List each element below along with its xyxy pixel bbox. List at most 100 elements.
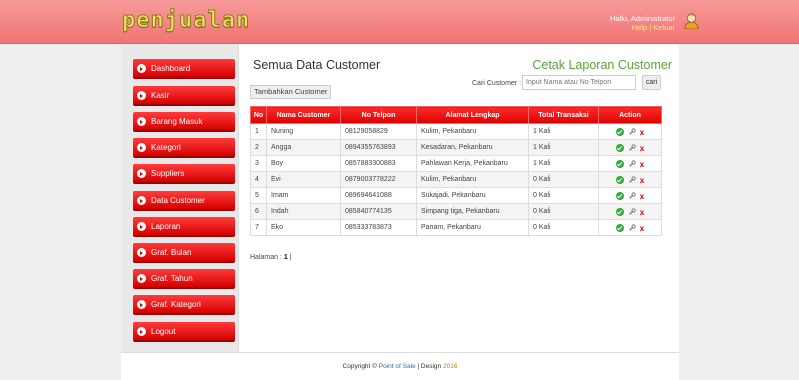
column-header-transaksi: Total Transaksi [528,106,599,124]
cell-telpon: 08129058829 [340,123,417,140]
sidebar-item-suppliers[interactable]: Suppliers [133,164,235,184]
cell-nama: Evi [266,171,341,188]
delete-x-icon[interactable]: x [640,160,644,169]
table-header-row: No Nama Customer No Telpon Alamat Lengka… [250,106,662,124]
table-row: 5 Imam 089694641088 Sukajadi, Pekanbaru 0 Ka… [250,187,662,204]
sidebar-item-label: Kasir [151,91,170,100]
cell-no: 5 [250,187,267,204]
cell-telpon: 085840774135 [340,203,417,220]
wrench-icon[interactable] [628,143,636,152]
cell-action: x [598,155,662,172]
sidebar-item-label: Laporan [151,222,181,231]
top-header: penjualan Hallo, Administrator Help | Ke… [0,0,799,44]
check-icon[interactable] [615,159,624,168]
wrench-icon[interactable] [628,159,636,168]
cell-action: x [598,219,662,236]
cell-transaksi: 1 Kali [528,139,599,156]
sidebar-item-kasir[interactable]: Kasir [133,86,235,106]
sidebar-item-data-customer[interactable]: Data Customer [133,191,235,211]
user-box: Hallo, Administrator Help | Keluar [610,14,675,32]
arrow-right-icon [137,169,146,178]
cell-nama: Boy [266,155,341,172]
check-icon[interactable] [615,127,624,136]
pager-separator: | [289,254,292,261]
footer-copyright: Copyright © [342,363,377,370]
add-customer-button[interactable]: Tambahkan Customer [250,85,332,99]
arrow-right-icon [137,300,146,309]
cell-telpon: 0857883300883 [340,155,417,172]
sidebar-item-graf-kategori[interactable]: Graf. Kategori [133,295,235,315]
delete-x-icon[interactable]: x [640,144,644,153]
wrench-icon[interactable] [628,207,636,216]
pager-label: Halaman : [250,254,282,261]
wrench-icon[interactable] [628,175,636,184]
cell-nama: Nuning [266,123,341,140]
column-header-alamat: Alamat Lengkap [416,106,529,124]
arrow-right-icon [137,64,146,73]
footer-app-link[interactable]: Point of Sale [379,363,416,370]
sidebar-item-label: Suppliers [151,169,185,178]
search-button[interactable]: cari [642,75,661,90]
arrow-right-icon [137,143,146,152]
check-icon[interactable] [615,143,624,152]
cell-action: x [598,187,662,204]
sidebar-item-kategori[interactable]: Kategori [133,138,235,158]
arrow-right-icon [137,117,146,126]
cell-no: 2 [250,139,267,156]
search-label: Cari Customer : [472,80,522,87]
check-icon[interactable] [615,191,624,200]
wrench-icon[interactable] [628,127,636,136]
arrow-right-icon [137,327,146,336]
footer-design-label: | Design [417,363,442,370]
cell-alamat: Kesadaran, Pekanbaru [416,139,529,156]
sidebar-item-graf-tahun[interactable]: Graf. Tahun [133,269,235,289]
delete-x-icon[interactable]: x [640,128,644,137]
cell-telpon: 085333783873 [340,219,417,236]
sidebar-item-label: Graf. Tahun [151,274,193,283]
check-icon[interactable] [615,223,624,232]
customer-table: No Nama Customer No Telpon Alamat Lengka… [250,106,662,236]
cell-transaksi: 0 Kali [528,203,599,220]
pager-current-page[interactable]: 1 [284,254,288,261]
cell-no: 1 [250,123,267,140]
cell-telpon: 0894355763893 [340,139,417,156]
cell-alamat: Kulim, Pekanbaru [416,123,529,140]
wrench-icon[interactable] [628,223,636,232]
delete-x-icon[interactable]: x [640,208,644,217]
cell-nama: Imam [266,187,341,204]
arrow-right-icon [137,91,146,100]
delete-x-icon[interactable]: x [640,192,644,201]
sidebar-item-barang-masuk[interactable]: Barang Masuk [133,112,235,132]
cell-action: x [598,203,662,220]
cell-transaksi: 0 Kali [528,219,599,236]
cell-action: x [598,139,662,156]
sidebar-item-label: Logout [151,327,176,336]
check-icon[interactable] [615,175,624,184]
sidebar-item-label: Barang Masuk [151,117,203,126]
sidebar-item-laporan[interactable]: Laporan [133,217,235,237]
check-icon[interactable] [615,207,624,216]
wrench-icon[interactable] [628,191,636,200]
sidebar-item-label: Kategori [151,143,181,152]
sidebar-item-dashboard[interactable]: Dashboard [133,59,235,79]
table-row: 2 Angga 0894355763893 Kesadaran, Pekanbaru 1… [250,139,662,156]
greeting-text: Hallo, Administrator [609,14,675,23]
delete-x-icon[interactable]: x [640,224,644,233]
sidebar-item-graf-bulan[interactable]: Graf. Bulan [133,243,235,263]
column-header-telpon: No Telpon [340,106,417,124]
print-report-link[interactable]: Cetak Laporan Customer [532,58,672,72]
cell-alamat: Pahlawan Kerja, Pekanbaru [416,155,529,172]
table-row: 6 Indah 085840774135 Simpang tiga, Pekanbar… [250,203,662,220]
cell-transaksi: 0 Kali [528,187,599,204]
arrow-right-icon [137,222,146,231]
delete-x-icon[interactable]: x [640,176,644,185]
search-input[interactable] [522,75,636,90]
sidebar-item-logout[interactable]: Logout [133,322,235,342]
arrow-right-icon [137,196,146,205]
help-logout-links[interactable]: Help | Keluar [610,23,675,32]
cell-transaksi: 1 Kali [528,155,599,172]
app-logo[interactable]: penjualan [121,8,250,34]
cell-transaksi: 1 Kali [528,123,599,140]
cell-nama: Angga [266,139,341,156]
cell-no: 6 [250,203,267,220]
